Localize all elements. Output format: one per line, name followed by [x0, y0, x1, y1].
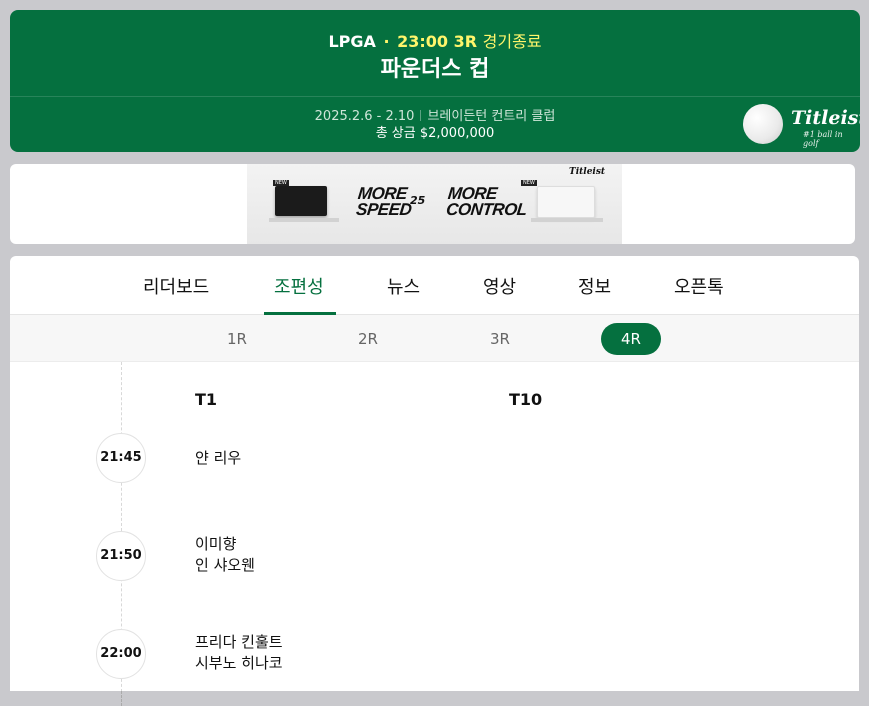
golf-ball-icon — [743, 104, 783, 144]
player-name[interactable]: 시부노 히나코 — [195, 653, 283, 674]
sponsor-brand: Titleist — [791, 107, 860, 129]
ad-text-left: MORE SPEED — [355, 184, 413, 219]
ad-text-right: MORE CONTROL — [445, 184, 528, 219]
sponsor-tagline: #1 ball in golf — [803, 130, 843, 148]
tab-bar: 리더보드 조편성 뉴스 영상 정보 오픈톡 — [10, 256, 859, 315]
tour-name: LPGA — [328, 32, 376, 51]
tournament-status-line: LPGA · 23:00 3R 경기종료 — [10, 28, 860, 52]
ad-new-badge-right: NEW — [521, 180, 537, 186]
round-1r-button[interactable]: 1R — [207, 323, 267, 355]
tab-news[interactable]: 뉴스 — [387, 273, 420, 299]
tournament-title: 파운더스 컵 — [380, 57, 490, 82]
header-divider — [10, 96, 860, 97]
ball-box-light-image — [537, 186, 595, 218]
content-card: 리더보드 조편성 뉴스 영상 정보 오픈톡 1R 2R 3R 4R T1 T10… — [10, 256, 859, 696]
ad-banner[interactable]: NEW MORE SPEED 25 MORE CONTROL Titleist … — [247, 164, 622, 244]
shelf-left — [269, 218, 339, 222]
player-name[interactable]: 인 샤오웬 — [195, 555, 255, 576]
tab-video[interactable]: 영상 — [483, 273, 516, 299]
tee-time-badge: 21:45 — [96, 433, 146, 483]
player-name[interactable]: 얀 리우 — [195, 448, 241, 469]
timeline-continuation — [121, 691, 122, 706]
tee-time-round: 23:00 3R — [397, 32, 478, 51]
tournament-header: LPGA · 23:00 3R 경기종료 파운더스 컵 2025.2.6 - 2… — [10, 10, 860, 152]
player-name[interactable]: 프리다 킨훌트 — [195, 632, 283, 653]
tournament-prize: 총 상금 $2,000,000 — [375, 126, 495, 141]
round-2r-button[interactable]: 2R — [338, 323, 398, 355]
tee-time-badge: 21:50 — [96, 531, 146, 581]
tab-info[interactable]: 정보 — [578, 273, 611, 299]
round-4r-button[interactable]: 4R — [601, 323, 661, 355]
sponsor-logo[interactable]: Titleist #1 ball in golf — [743, 103, 860, 148]
tee-time-badge: 22:00 — [96, 629, 146, 679]
group-players: 이미향 인 샤오웬 — [195, 534, 255, 576]
page-bottom-strip — [0, 691, 869, 706]
player-name[interactable]: 이미향 — [195, 534, 255, 555]
group-players: 얀 리우 — [195, 448, 241, 469]
tab-pairings[interactable]: 조편성 — [274, 273, 324, 299]
ball-box-dark-image — [275, 186, 327, 216]
round-selector: 1R 2R 3R 4R — [10, 315, 859, 362]
status-separator: · — [383, 32, 390, 51]
shelf-right — [531, 218, 603, 222]
round-3r-button[interactable]: 3R — [470, 323, 530, 355]
match-status: 경기종료 — [482, 32, 542, 51]
meta-divider — [420, 110, 422, 121]
tab-open-talk[interactable]: 오픈톡 — [674, 273, 724, 299]
column-header-t1: T1 — [195, 390, 218, 409]
ad-logo: Titleist — [569, 167, 606, 177]
column-header-t10: T10 — [509, 390, 543, 409]
tab-leaderboard[interactable]: 리더보드 — [143, 273, 209, 299]
group-players: 프리다 킨훌트 시부노 히나코 — [195, 632, 283, 674]
ad-text-middle: 25 — [410, 194, 426, 207]
